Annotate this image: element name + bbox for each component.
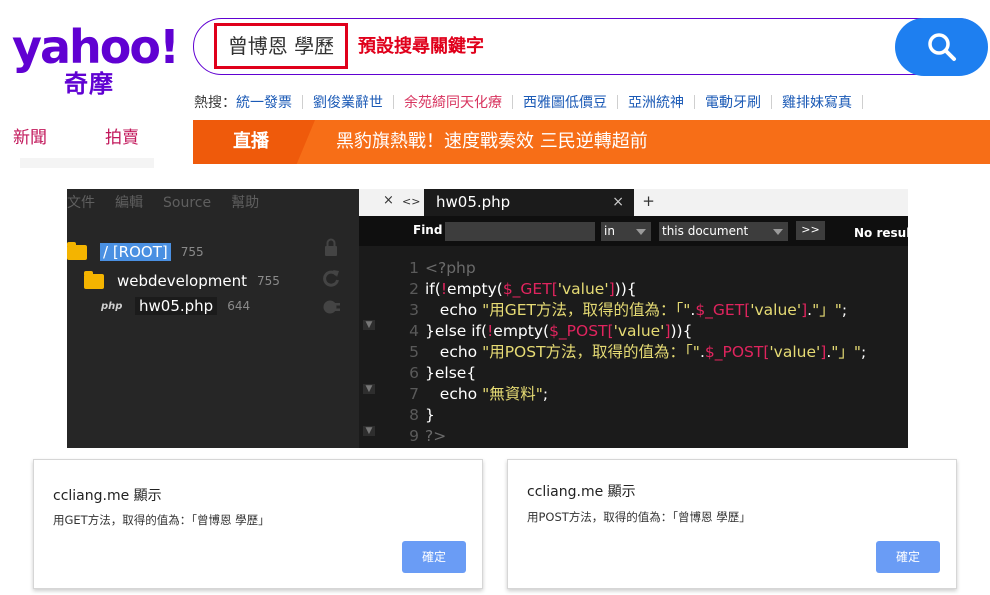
code-token: <?php: [425, 259, 476, 277]
tree-item-label: webdevelopment: [117, 272, 247, 290]
line-number: 4: [409, 322, 419, 340]
alert-dialog-get: ccliang.me 顯示 用GET方法，取得的值為：「曾博恩 學歷」 確定: [33, 459, 483, 589]
yahoo-logo-subtext: 奇摩: [64, 70, 114, 98]
yahoo-header: yahoo! 奇摩 曾博恩 學歷 預設搜尋關鍵字 熱搜：統一發票 劉俊業辭世 余苑綺…: [0, 0, 990, 168]
yahoo-logo[interactable]: yahoo! 奇摩: [12, 20, 180, 100]
line-number: 3: [409, 301, 419, 319]
code-line: 7 echo "無資料";: [359, 384, 908, 405]
search-default-keyword-label: 預設搜尋關鍵字: [358, 36, 484, 57]
code-line: 1 <?php: [359, 258, 908, 279]
ok-button[interactable]: 確定: [876, 541, 940, 573]
line-number: 1: [409, 259, 419, 277]
find-input[interactable]: [445, 222, 595, 241]
code-line: 2 if(!empty($_GET['value'])){: [359, 279, 908, 300]
find-scope-value: in: [604, 224, 615, 238]
tab-label: hw05.php: [436, 193, 511, 211]
trending-item[interactable]: 亞洲統神: [628, 95, 684, 111]
divider: [862, 95, 863, 109]
tree-item-hw05[interactable]: php hw05.php 644: [101, 295, 250, 317]
find-bar: Find in this document >> No results: [359, 216, 908, 246]
php-file-icon: php: [101, 300, 123, 312]
editor-menubar: 文件 編輯 Source 幫助: [67, 192, 279, 214]
folder-icon: [84, 270, 104, 289]
ok-button[interactable]: 確定: [402, 541, 466, 573]
nav-tab-news[interactable]: 新聞: [13, 128, 47, 148]
editor-tabbar: × <> hw05.php × +: [359, 189, 908, 216]
tab-hw05-php[interactable]: hw05.php ×: [424, 189, 634, 216]
new-tab-button[interactable]: +: [636, 189, 661, 215]
dialog-title: ccliang.me 顯示: [527, 484, 636, 500]
chevron-down-icon: [773, 229, 783, 235]
yahoo-logo-text: yahoo!: [12, 20, 180, 74]
line-number: 8: [409, 406, 419, 424]
plug-icon[interactable]: [321, 297, 341, 317]
find-scope-select[interactable]: in: [601, 222, 651, 241]
menu-source[interactable]: Source: [163, 195, 211, 211]
code-line: 4}else if(!empty($_POST['value'])){: [359, 321, 908, 342]
file-sidebar: 文件 編輯 Source 幫助 / [ROOT] 755 webdevelopment…: [67, 189, 359, 448]
trending-searches: 熱搜：統一發票 劉俊業辭世 余苑綺同天化療 西雅圖低價豆 亞洲統神 電動牙刷 雞排妹寫真: [194, 92, 990, 114]
nav-tab-auction[interactable]: 拍賣: [105, 128, 139, 148]
divider: [512, 95, 513, 109]
trending-item[interactable]: 西雅圖低價豆: [523, 95, 607, 111]
live-news-bar[interactable]: 直播 黑豹旗熱戰！速度戰奏效 三民逆轉超前: [193, 120, 990, 164]
trending-label: 熱搜：: [194, 95, 236, 111]
code-area[interactable]: 1 <?php 2 if(!empty($_GET['value'])){ 3 ec…: [359, 256, 908, 448]
find-target-select[interactable]: this document: [659, 222, 788, 241]
code-line: 8}: [359, 405, 908, 426]
find-label: Find: [413, 223, 443, 237]
trending-item[interactable]: 電動牙刷: [705, 95, 761, 111]
live-tag: 直播: [193, 120, 315, 164]
search-icon: [927, 33, 956, 61]
permission-label: 644: [227, 299, 251, 313]
code-toggle-icon[interactable]: <>: [402, 195, 420, 208]
line-number: 5: [409, 343, 419, 361]
trending-item[interactable]: 劉俊業辭世: [313, 95, 383, 111]
line-number: 6: [409, 364, 419, 382]
permission-label: 755: [256, 274, 280, 288]
code-line: 6}else{: [359, 363, 908, 384]
close-icon[interactable]: ×: [383, 193, 394, 208]
divider: [393, 95, 394, 109]
nav-underline: [20, 158, 154, 168]
live-headline[interactable]: 黑豹旗熱戰！速度戰奏效 三民逆轉超前: [336, 120, 648, 164]
divider: [617, 95, 618, 109]
divider: [694, 95, 695, 109]
dialog-title: ccliang.me 顯示: [53, 488, 162, 504]
refresh-icon[interactable]: [321, 268, 341, 288]
dialog-message: 用POST方法，取得的值為：「曾博恩 學歷」: [527, 510, 751, 524]
code-editor-window: 文件 編輯 Source 幫助 / [ROOT] 755 webdevelopment…: [67, 189, 908, 448]
search-input[interactable]: 曾博恩 學歷: [214, 23, 348, 69]
divider: [771, 95, 772, 109]
folder-icon: [67, 241, 87, 260]
permission-label: 755: [180, 245, 204, 259]
find-target-value: this document: [662, 224, 749, 238]
trending-item[interactable]: 統一發票: [236, 95, 292, 111]
chevron-down-icon: [636, 229, 646, 235]
divider: [302, 95, 303, 109]
search-bar[interactable]: 曾博恩 學歷 預設搜尋關鍵字: [193, 18, 988, 76]
menu-help[interactable]: 幫助: [231, 195, 259, 211]
tree-item-label: / [ROOT]: [100, 243, 171, 261]
code-line: 5 echo "用POST方法，取得的值為：「".$_POST['value']…: [359, 342, 908, 363]
lock-icon[interactable]: [321, 237, 341, 257]
find-status: No results: [854, 226, 908, 240]
alert-dialog-post: ccliang.me 顯示 用POST方法，取得的值為：「曾博恩 學歷」 確定: [507, 459, 957, 589]
dialog-message: 用GET方法，取得的值為：「曾博恩 學歷」: [53, 513, 270, 527]
search-button[interactable]: [895, 18, 988, 76]
code-line: 9 ?>: [359, 426, 908, 447]
tab-close-icon[interactable]: ×: [612, 189, 624, 216]
trending-item[interactable]: 雞排妹寫真: [782, 95, 852, 111]
find-next-button[interactable]: >>: [796, 221, 825, 240]
menu-edit[interactable]: 編輯: [115, 195, 143, 211]
code-line: 3 echo "用GET方法，取得的值為：「".$_GET['value']."…: [359, 300, 908, 321]
line-number: 9: [409, 427, 419, 445]
trending-item[interactable]: 余苑綺同天化療: [404, 95, 502, 111]
line-number: 7: [409, 385, 419, 403]
line-number: 2: [409, 280, 419, 298]
tree-item-root[interactable]: / [ROOT] 755: [67, 241, 204, 263]
tree-item-label: hw05.php: [135, 297, 218, 315]
menu-file[interactable]: 文件: [67, 195, 95, 211]
tree-item-webdevelopment[interactable]: webdevelopment 755: [84, 270, 280, 292]
